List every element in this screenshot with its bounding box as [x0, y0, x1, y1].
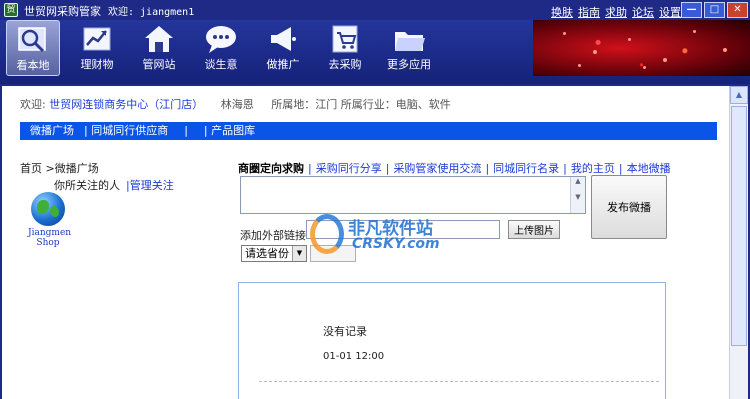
- maximize-icon[interactable]: □: [704, 2, 725, 18]
- top-links: 换肤 指南 求助 论坛 设置: [551, 4, 686, 20]
- tool-promote[interactable]: 做推广: [256, 20, 310, 76]
- minimize-icon[interactable]: —: [681, 2, 702, 18]
- window-controls: — □ ✕: [681, 2, 748, 18]
- tool-site-label: 管网站: [142, 58, 176, 71]
- province-select[interactable]: 请选省份 ▼: [241, 245, 307, 262]
- upload-image-button[interactable]: 上传图片: [508, 220, 560, 239]
- manage-follow-link[interactable]: |管理关注: [126, 179, 174, 192]
- feed-list: 没有记录 01-01 12:00: [238, 282, 666, 399]
- tab-local-weibo[interactable]: 本地微播: [627, 162, 671, 175]
- shop-name-line2: Shop: [36, 238, 60, 248]
- folder-icon: [395, 32, 425, 51]
- nav-bar: 微播广场 | 同城同行供应商 | | 产品图库: [20, 122, 717, 140]
- tool-business[interactable]: 谈生意: [194, 20, 248, 76]
- chevron-down-icon: ▼: [292, 246, 306, 261]
- organization-link[interactable]: 世贸网连锁商务中心（江门店）: [49, 98, 203, 111]
- publish-button[interactable]: 发布微播: [591, 175, 667, 239]
- chat-bubble-icon: [206, 26, 236, 53]
- guide-link[interactable]: 指南: [578, 6, 600, 19]
- nav-product-gallery[interactable]: | 产品图库: [204, 122, 255, 140]
- settings-link[interactable]: 设置: [659, 6, 681, 19]
- tool-more-apps-label: 更多应用: [387, 58, 431, 71]
- shop-name-line1: Jiangmen: [28, 228, 72, 238]
- industry-label: 所属行业：电脑、软件: [340, 98, 451, 111]
- account-info: 欢迎: 世贸网连锁商务中心（江门店） 林海恩 所属地：江门 所属行业：电脑、软件: [20, 96, 451, 112]
- shop-avatar[interactable]: Jiangmen Shop: [28, 192, 72, 248]
- follow-section: 你所关注的人 |管理关注: [54, 177, 174, 193]
- following-label: 你所关注的人: [54, 179, 120, 192]
- tab-usage-exchange[interactable]: 采购管家使用交流: [393, 162, 481, 175]
- megaphone-icon: [271, 27, 296, 51]
- tool-more-apps[interactable]: 更多应用: [378, 20, 440, 76]
- app-window: 贸 世贸网采购管家 欢迎: jiangmen1 换肤 指南 求助 论坛 设置 — □ ✕…: [0, 0, 750, 399]
- tool-purchase-label: 去采购: [328, 58, 362, 71]
- external-link-label: 添加外部链接:: [240, 229, 310, 242]
- tab-peer-directory[interactable]: 同城同行名录: [493, 162, 559, 175]
- forum-link[interactable]: 论坛: [632, 6, 654, 19]
- province-select-value: 请选省份: [245, 247, 289, 260]
- skin-link[interactable]: 换肤: [551, 6, 573, 19]
- feed-divider: [259, 381, 659, 382]
- main-toolbar: 看本地 理财物 管网站 谈生意 做推广 去采购 更多应用: [0, 20, 750, 84]
- chart-icon: [83, 27, 111, 51]
- house-icon: [145, 26, 173, 52]
- magnifier-icon: [18, 27, 46, 53]
- tab-my-homepage[interactable]: 我的主页: [571, 162, 615, 175]
- banner-image: [533, 20, 750, 76]
- tool-promote-label: 做推广: [266, 58, 300, 71]
- feed-tabs: 商圈定向求购 | 采购同行分享 | 采购管家使用交流 | 同城同行名录 | 我的主页 | 本地微播: [238, 162, 671, 175]
- post-scrollbar[interactable]: ▲ ▼: [570, 177, 585, 213]
- nav-separator: |: [184, 124, 188, 137]
- watermark: 非凡软件站 CRSKY.com: [308, 210, 448, 262]
- tool-finance-label: 理财物: [80, 58, 114, 71]
- person-name: 林海恩: [220, 98, 254, 111]
- tab-peer-share[interactable]: 采购同行分享: [316, 162, 382, 175]
- scroll-up-icon[interactable]: ▲: [730, 86, 748, 104]
- feed-timestamp: 01-01 12:00: [323, 351, 385, 362]
- welcome-label: 欢迎:: [20, 98, 46, 111]
- watermark-logo-icon: [310, 214, 344, 254]
- tool-local-label: 看本地: [16, 59, 50, 72]
- help-link[interactable]: 求助: [605, 6, 627, 19]
- tool-purchase[interactable]: 去采购: [318, 20, 372, 76]
- tool-local[interactable]: 看本地: [6, 20, 60, 76]
- tool-site[interactable]: 管网站: [132, 20, 186, 76]
- tab-targeted-purchase[interactable]: 商圈定向求购: [238, 162, 304, 175]
- breadcrumb: 首页 >微播广场: [20, 162, 99, 175]
- globe-icon: [31, 192, 65, 226]
- app-logo-icon: 贸: [4, 3, 18, 17]
- app-title: 世贸网采购管家: [24, 5, 101, 18]
- scroll-thumb[interactable]: [731, 106, 747, 346]
- location-label: 所属地：江门: [271, 98, 338, 111]
- tool-finance[interactable]: 理财物: [70, 20, 124, 76]
- shopping-cart-icon: [332, 25, 358, 53]
- user-welcome: 欢迎: jiangmen1: [108, 7, 195, 18]
- content-area: 欢迎: 世贸网连锁商务中心（江门店） 林海恩 所属地：江门 所属行业：电脑、软件…: [2, 86, 729, 399]
- post-textarea[interactable]: [240, 176, 586, 214]
- watermark-text-en: CRSKY.com: [352, 236, 440, 252]
- close-icon[interactable]: ✕: [727, 2, 748, 18]
- page-scrollbar[interactable]: ▲: [729, 86, 748, 399]
- nav-local-suppliers[interactable]: | 同城同行供应商: [84, 122, 168, 140]
- nav-weibo-plaza[interactable]: 微播广场: [30, 122, 74, 140]
- title-bar: 贸 世贸网采购管家 欢迎: jiangmen1 换肤 指南 求助 论坛 设置 — □ ✕: [0, 0, 750, 20]
- empty-feed-text: 没有记录: [323, 325, 367, 338]
- tool-business-label: 谈生意: [204, 58, 238, 71]
